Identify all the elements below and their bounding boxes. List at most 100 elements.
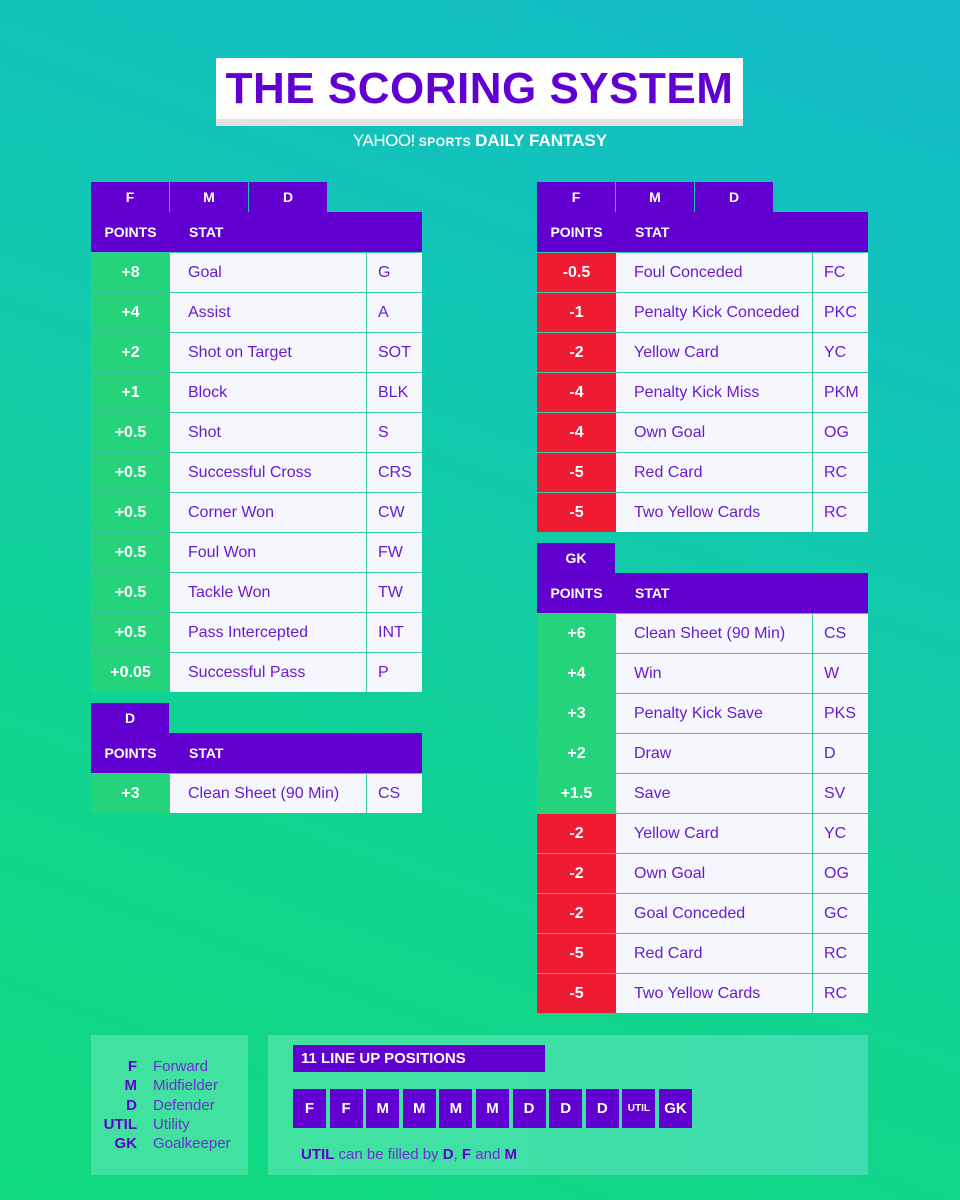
abbr-cell: PKS [813, 694, 868, 733]
table-row: +0.5 Pass Intercepted INT [91, 612, 422, 652]
table-row: +3 Clean Sheet (90 Min) CS [91, 773, 422, 813]
lineup-slot: D [512, 1089, 546, 1128]
stat-cell: Goal Conceded [616, 894, 813, 933]
table-row: -1 Penalty Kick Conceded PKC [537, 292, 868, 332]
position-tabs: FMD [91, 182, 422, 212]
table-fmd-negative: F M D POINTS STAT -0.5 Foul Conceded FC -1 Penalt… [537, 182, 868, 532]
table-row: +2 Draw D [537, 733, 868, 773]
points-cell: +0.5 [91, 613, 170, 652]
legend-item: M Midfielder [91, 1076, 248, 1095]
lineup-slot: F [293, 1089, 326, 1128]
abbr-cell: INT [367, 613, 422, 652]
stat-cell: Shot on Target [170, 333, 367, 372]
table-row: +4 Win W [537, 653, 868, 693]
stat-cell: Successful Cross [170, 453, 367, 492]
points-cell: +6 [537, 614, 616, 653]
lineup-slot: D [549, 1089, 583, 1128]
points-cell: +0.5 [91, 493, 170, 532]
table-row: -2 Yellow Card YC [537, 813, 868, 853]
table-header: POINTS STAT [91, 733, 422, 773]
abbr-cell: PKM [813, 373, 868, 412]
stat-cell: Assist [170, 293, 367, 332]
abbr-cell: FW [367, 533, 422, 572]
note-d: D [442, 1146, 454, 1163]
position-tabs: D [91, 703, 422, 733]
stat-cell: Goal [170, 253, 367, 292]
table-goalkeeper: GK POINTS STAT +6 Clean Sheet (90 Min) CS +4 Wi… [537, 543, 868, 1013]
stat-cell: Corner Won [170, 493, 367, 532]
note-and: and [471, 1146, 505, 1163]
position-tab: M [616, 182, 694, 212]
stat-cell: Foul Won [170, 533, 367, 572]
abbr-cell: YC [813, 333, 868, 372]
legend-key: D [126, 1096, 137, 1114]
legend-key: UTIL [103, 1115, 137, 1133]
table-row: -0.5 Foul Conceded FC [537, 252, 868, 292]
points-cell: -5 [537, 453, 616, 492]
abbr-cell: CRS [367, 453, 422, 492]
abbr-cell: RC [813, 934, 868, 973]
points-cell: +3 [537, 694, 616, 733]
stat-column-header: STAT [189, 224, 224, 240]
table-row: +1.5 Save SV [537, 773, 868, 813]
table-row: -2 Yellow Card YC [537, 332, 868, 372]
stat-cell: Penalty Kick Conceded [616, 293, 813, 332]
table-header: POINTS STAT [537, 573, 868, 613]
legend-label: Forward [153, 1058, 209, 1075]
stat-cell: Successful Pass [170, 653, 367, 692]
points-cell: -1 [537, 293, 616, 332]
position-tab: F [91, 182, 169, 212]
brand-yahoo: YAHOO! [352, 131, 415, 150]
points-cell: -0.5 [537, 253, 616, 292]
lineup-slot: M [402, 1089, 436, 1128]
abbr-cell: TW [367, 573, 422, 612]
table-row: +0.5 Corner Won CW [91, 492, 422, 532]
brand-line: YAHOO! SPORTS DAILY FANTASY [0, 131, 960, 151]
lineup-slot: M [439, 1089, 473, 1128]
points-column-header: POINTS [550, 585, 603, 601]
points-cell: +2 [91, 333, 170, 372]
abbr-cell: A [367, 293, 422, 332]
stat-cell: Draw [616, 734, 813, 773]
legend-key: GK [114, 1135, 138, 1153]
legend-label: Utility [153, 1115, 190, 1133]
abbr-cell: GC [813, 894, 868, 933]
table-row: +4 Assist A [91, 292, 422, 332]
legend-item: D Defender [91, 1096, 248, 1115]
abbr-cell: BLK [367, 373, 422, 412]
points-cell: -2 [537, 333, 616, 372]
lineup-panel: 11 LINE UP POSITIONS F F M M M M D D D UTIL GK UTI… [268, 1035, 868, 1175]
table-row: +0.5 Tackle Won TW [91, 572, 422, 612]
stat-cell: Penalty Kick Miss [616, 373, 813, 412]
abbr-cell: FC [813, 253, 868, 292]
points-cell: -5 [537, 974, 616, 1013]
lineup-slot: F [329, 1089, 363, 1128]
points-cell: +0.5 [91, 453, 170, 492]
abbr-cell: RC [813, 974, 868, 1013]
position-legend: F Forward M Midfielder D Defender UTIL Utility G… [91, 1035, 248, 1175]
position-tabs: GK [537, 543, 868, 573]
lineup-title: 11 LINE UP POSITIONS [293, 1045, 545, 1072]
position-tab: D [249, 182, 327, 212]
table-row: +0.5 Foul Won FW [91, 532, 422, 572]
note-comma: , [453, 1146, 462, 1163]
abbr-cell: RC [813, 453, 868, 492]
stat-cell: Clean Sheet (90 Min) [170, 774, 367, 813]
abbr-cell: OG [813, 854, 868, 893]
points-column-header: POINTS [104, 745, 157, 761]
abbr-cell: CS [813, 614, 868, 653]
points-cell: -2 [537, 814, 616, 853]
table-row: +0.05 Successful Pass P [91, 652, 422, 692]
points-cell: +1 [91, 373, 170, 412]
points-cell: +3 [91, 774, 170, 813]
table-row: -2 Goal Conceded GC [537, 893, 868, 933]
table-row: -2 Own Goal OG [537, 853, 868, 893]
points-cell: +0.05 [91, 653, 170, 692]
abbr-cell: SV [813, 774, 868, 813]
points-cell: +4 [537, 654, 616, 693]
points-cell: -2 [537, 894, 616, 933]
legend-item: GK Goalkeeper [91, 1134, 248, 1153]
brand-product: DAILY FANTASY [475, 131, 608, 150]
points-cell: +2 [537, 734, 616, 773]
title-banner: THE SCORING SYSTEM [216, 58, 743, 126]
